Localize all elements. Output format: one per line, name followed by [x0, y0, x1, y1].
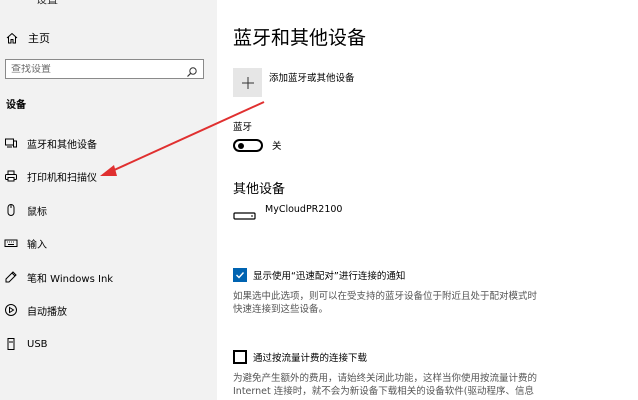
main-content: 蓝牙和其他设备 添加蓝牙或其他设备 蓝牙 关 其他设备 MyCloudPR210… [217, 0, 638, 400]
metered-download-option[interactable]: 通过按流量计费的连接下载 [233, 350, 367, 364]
keyboard-icon [4, 236, 18, 250]
autoplay-icon [4, 303, 18, 317]
bluetooth-label: 蓝牙 [233, 122, 253, 133]
sidebar-item-printers[interactable]: 打印机和扫描仪 [0, 164, 217, 188]
printer-icon [4, 169, 18, 183]
title-bar: ← 设置 [0, 0, 217, 7]
sidebar-item-pen[interactable]: 笔和 Windows Ink [0, 265, 217, 289]
search-icon[interactable] [186, 63, 198, 77]
bluetooth-toggle-row: 关 [233, 138, 282, 152]
pen-icon [4, 270, 18, 284]
sidebar: ← 设置 主页 设备 蓝牙和其他设备 打印机和扫描仪 [0, 0, 217, 400]
bluetooth-devices-icon [4, 136, 18, 150]
sidebar-item-bluetooth[interactable]: 蓝牙和其他设备 [0, 131, 217, 155]
swift-pair-label: 显示使用“迅速配对”进行连接的通知 [253, 271, 406, 282]
usb-icon [4, 337, 18, 351]
description-line: Internet 连接时，就不会为新设备下载相关的设备软件(驱动程序、信息 [233, 386, 534, 397]
checkmark-icon [236, 272, 245, 279]
sidebar-item-label: 自动播放 [27, 306, 67, 318]
search-input[interactable] [6, 63, 181, 75]
device-item[interactable]: MyCloudPR2100 [233, 204, 342, 224]
swift-pair-checkbox[interactable] [233, 268, 247, 282]
swift-pair-description: 如果选中此选项，则可以在受支持的蓝牙设备位于附近且处于配对模式时 快速连接到这些… [233, 290, 573, 316]
sidebar-home[interactable]: 主页 [0, 27, 217, 49]
metered-download-description: 为避免产生额外的费用，请始终关闭此功能，这样当你使用按流量计费的 Interne… [233, 372, 573, 398]
sidebar-home-label: 主页 [28, 32, 50, 45]
mouse-icon [4, 203, 18, 217]
sidebar-item-label: 笔和 Windows Ink [27, 273, 114, 285]
bluetooth-state: 关 [272, 141, 282, 152]
swift-pair-option[interactable]: 显示使用“迅速配对”进行连接的通知 [233, 268, 405, 282]
metered-download-label: 通过按流量计费的连接下载 [253, 353, 368, 364]
search-box[interactable] [5, 59, 204, 79]
sidebar-item-mouse[interactable]: 鼠标 [0, 198, 217, 222]
sidebar-item-typing[interactable]: 输入 [0, 231, 217, 255]
device-name: MyCloudPR2100 [265, 204, 343, 215]
add-device-button[interactable]: 添加蓝牙或其他设备 [233, 68, 355, 97]
sidebar-section-heading: 设备 [6, 100, 26, 111]
sidebar-item-label: 打印机和扫描仪 [27, 172, 97, 184]
sidebar-item-label: 鼠标 [27, 206, 47, 218]
plus-icon[interactable] [233, 68, 262, 97]
sidebar-item-usb[interactable]: USB [0, 332, 217, 356]
back-button[interactable]: ← [5, 0, 14, 4]
window-title: 设置 [36, 0, 58, 7]
bluetooth-toggle[interactable] [233, 138, 263, 152]
description-line: 为避免产生额外的费用，请始终关闭此功能，这样当你使用按流量计费的 [233, 373, 538, 384]
sidebar-item-label: 蓝牙和其他设备 [27, 139, 97, 151]
description-line: 快速连接到这些设备。 [233, 304, 329, 315]
other-devices-heading: 其他设备 [233, 182, 286, 197]
home-icon [5, 31, 19, 45]
add-device-label[interactable]: 添加蓝牙或其他设备 [269, 70, 355, 84]
description-line: 如果选中此选项，则可以在受支持的蓝牙设备位于附近且处于配对模式时 [233, 291, 538, 302]
sidebar-item-label: 输入 [27, 239, 47, 251]
network-drive-icon [233, 208, 257, 224]
sidebar-item-autoplay[interactable]: 自动播放 [0, 298, 217, 322]
settings-window: ← 设置 主页 设备 蓝牙和其他设备 打印机和扫描仪 [0, 0, 638, 400]
page-title: 蓝牙和其他设备 [233, 27, 367, 49]
metered-download-checkbox[interactable] [233, 350, 247, 364]
sidebar-item-label: USB [27, 338, 48, 350]
